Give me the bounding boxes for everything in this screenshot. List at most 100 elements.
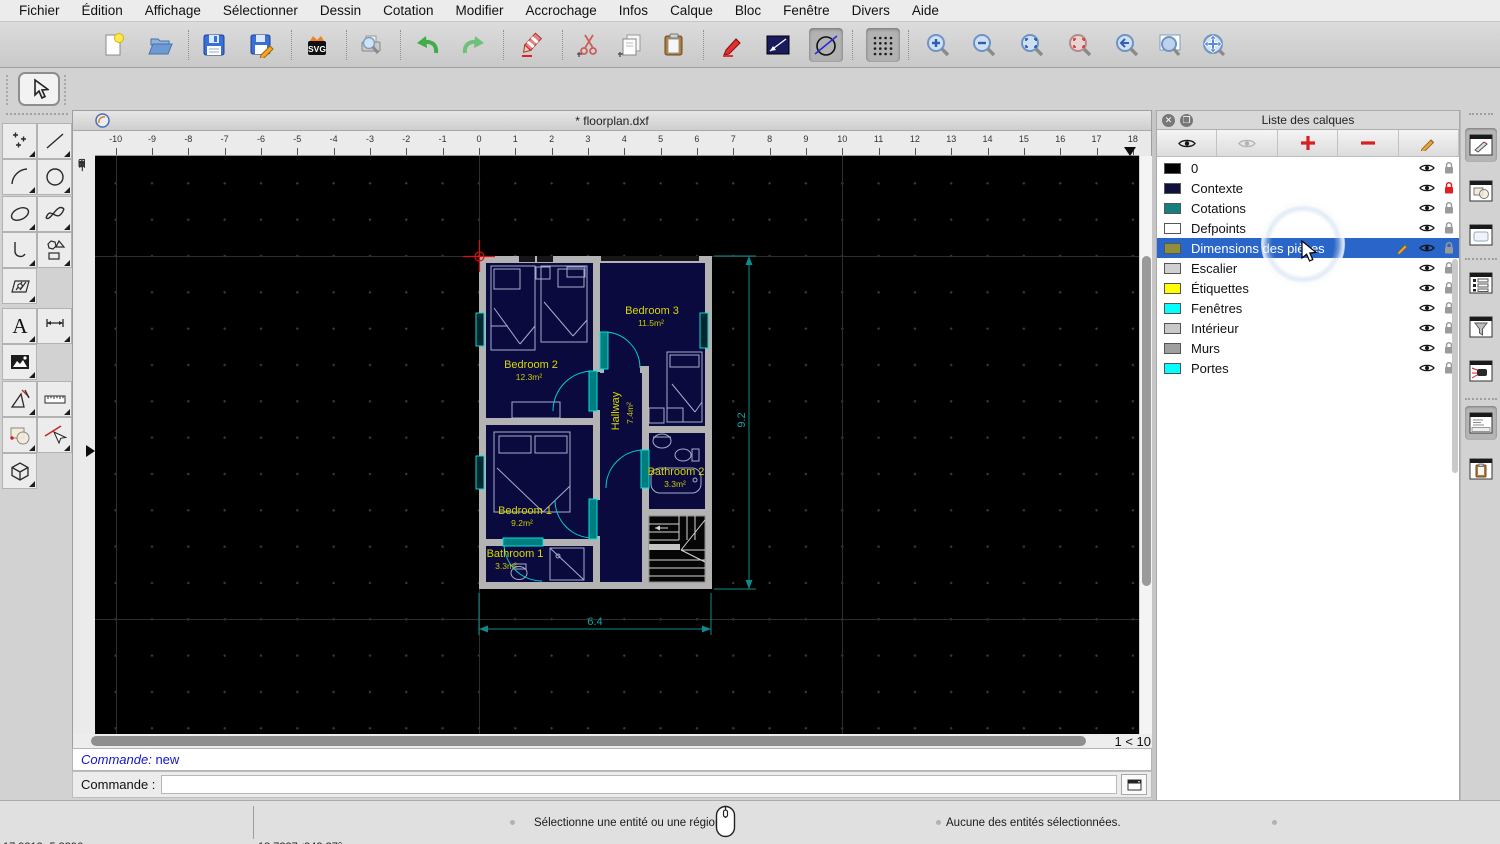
- zoom-window-button[interactable]: [1153, 28, 1187, 62]
- menu-item[interactable]: Bloc: [724, 0, 772, 22]
- polyline-tool-button[interactable]: [2, 232, 37, 268]
- save-button[interactable]: [197, 28, 231, 62]
- zoom-in-button[interactable]: [921, 28, 955, 62]
- document-titlebar[interactable]: * floorplan.dxf: [73, 111, 1151, 131]
- dock-command-line-button[interactable]: [1465, 406, 1497, 440]
- command-input[interactable]: [161, 775, 1117, 794]
- layer-row[interactable]: Portes: [1157, 358, 1459, 378]
- zoom-out-button[interactable]: [967, 28, 1001, 62]
- layer-lock-icon[interactable]: [1443, 221, 1455, 235]
- menu-item[interactable]: Aide: [901, 0, 950, 22]
- zoom-auto-button[interactable]: [1015, 28, 1049, 62]
- scrollbar-thumb[interactable]: [1142, 256, 1151, 586]
- hatch-tool-button[interactable]: [2, 268, 37, 304]
- menu-item[interactable]: Calque: [659, 0, 724, 22]
- pen-tool-button[interactable]: [716, 28, 750, 62]
- new-file-button[interactable]: [96, 28, 130, 62]
- select-tool-button[interactable]: [18, 72, 60, 106]
- command-keyboard-button[interactable]: [1121, 774, 1147, 795]
- copy-button[interactable]: [614, 28, 648, 62]
- layer-visibility-icon[interactable]: [1419, 363, 1435, 373]
- add-layer-button[interactable]: [1278, 130, 1339, 156]
- ellipse-tool-button[interactable]: [2, 196, 37, 232]
- layer-lock-icon[interactable]: [1443, 201, 1455, 215]
- dock-library-browser-button[interactable]: [1465, 218, 1497, 252]
- dock-clipboard-button[interactable]: [1465, 452, 1497, 486]
- paste-button[interactable]: [657, 28, 691, 62]
- draft-tools-button[interactable]: [2, 381, 37, 417]
- 3d-tool-button[interactable]: [2, 453, 37, 489]
- dock-selection-filter-button[interactable]: [1465, 310, 1497, 344]
- dock-block-list-button[interactable]: [1465, 174, 1497, 208]
- layers-scrollbar[interactable]: [1452, 259, 1458, 473]
- menu-item[interactable]: Fenêtre: [772, 0, 841, 22]
- layer-visibility-icon[interactable]: [1419, 183, 1435, 193]
- show-all-layers-button[interactable]: [1157, 130, 1218, 156]
- layer-visibility-icon[interactable]: [1419, 223, 1435, 233]
- layer-lock-icon[interactable]: [1443, 241, 1455, 255]
- menu-item[interactable]: Dessin: [309, 0, 372, 22]
- canvas-vertical-scrollbar[interactable]: [1139, 156, 1153, 734]
- toolbar-grip[interactable]: [64, 75, 66, 105]
- scrollbar-thumb[interactable]: [91, 736, 1086, 746]
- points-tool-button[interactable]: [2, 123, 37, 159]
- layer-row[interactable]: Murs: [1157, 338, 1459, 358]
- menu-item[interactable]: Accrochage: [514, 0, 607, 22]
- menu-item[interactable]: Modifier: [444, 0, 514, 22]
- measure-tool-button[interactable]: [37, 381, 72, 417]
- cut-button[interactable]: [572, 28, 606, 62]
- redo-button[interactable]: [457, 28, 491, 62]
- save-as-button[interactable]: [245, 28, 279, 62]
- line-tool-palette-button[interactable]: [37, 123, 72, 159]
- menu-item[interactable]: Fichier: [8, 0, 71, 22]
- layer-visibility-icon[interactable]: [1419, 263, 1435, 273]
- layer-visibility-icon[interactable]: [1419, 243, 1435, 253]
- canvas-horizontal-scrollbar[interactable]: 1 < 10: [73, 734, 1153, 749]
- drawing-canvas[interactable]: Bedroom 2 12.3m² Bedroom 3 11.5m² Hallwa…: [95, 156, 1139, 734]
- menu-item[interactable]: Infos: [608, 0, 659, 22]
- layer-visibility-icon[interactable]: [1419, 303, 1435, 313]
- layer-visibility-icon[interactable]: [1419, 343, 1435, 353]
- undo-button[interactable]: [410, 28, 444, 62]
- panel-close-button[interactable]: ✕: [1162, 114, 1175, 127]
- panel-float-button[interactable]: ❐: [1180, 114, 1193, 127]
- layer-row[interactable]: Contexte: [1157, 178, 1459, 198]
- circle-tool-palette-button[interactable]: [37, 159, 72, 195]
- remove-layer-button[interactable]: [1338, 130, 1399, 156]
- zoom-pan-button[interactable]: [1197, 28, 1231, 62]
- modify-tool-button[interactable]: [2, 417, 37, 453]
- layer-visibility-icon[interactable]: [1419, 283, 1435, 293]
- delete-entities-button[interactable]: [514, 28, 548, 62]
- layer-visibility-icon[interactable]: [1419, 323, 1435, 333]
- menu-item[interactable]: Divers: [841, 0, 901, 22]
- hide-all-layers-button[interactable]: [1217, 130, 1278, 156]
- image-tool-button[interactable]: [2, 344, 37, 380]
- menu-item[interactable]: Sélectionner: [212, 0, 309, 22]
- line-tool-button[interactable]: [761, 28, 795, 62]
- palette-grip[interactable]: [6, 113, 68, 115]
- dock-pen-wizard-button[interactable]: [1465, 354, 1497, 388]
- dock-entity-list-button[interactable]: [1465, 266, 1497, 300]
- layer-lock-icon[interactable]: [1443, 161, 1455, 175]
- edit-layer-button[interactable]: [1399, 130, 1460, 156]
- layer-row[interactable]: Fenêtres: [1157, 298, 1459, 318]
- select-entity-tool-button[interactable]: [37, 417, 72, 453]
- grid-toggle-button[interactable]: [866, 28, 900, 62]
- text-tool-button[interactable]: A: [2, 308, 37, 344]
- dock-grip[interactable]: [1469, 113, 1493, 115]
- zoom-selection-button[interactable]: [1063, 28, 1097, 62]
- dimension-tool-button[interactable]: [37, 308, 72, 344]
- layer-row[interactable]: Intérieur: [1157, 318, 1459, 338]
- menu-item[interactable]: Édition: [71, 0, 134, 22]
- export-svg-button[interactable]: SVG: [300, 28, 334, 62]
- layer-row[interactable]: 0: [1157, 158, 1459, 178]
- menu-item[interactable]: Affichage: [134, 0, 212, 22]
- dock-layer-list-button[interactable]: [1465, 128, 1497, 162]
- layer-visibility-icon[interactable]: [1419, 203, 1435, 213]
- zoom-previous-button[interactable]: [1110, 28, 1144, 62]
- layer-visibility-icon[interactable]: [1419, 163, 1435, 173]
- toolbar-grip[interactable]: [6, 75, 8, 105]
- arc-tool-button[interactable]: [2, 159, 37, 195]
- open-file-button[interactable]: [143, 28, 177, 62]
- polygon-tool-button[interactable]: [37, 232, 72, 268]
